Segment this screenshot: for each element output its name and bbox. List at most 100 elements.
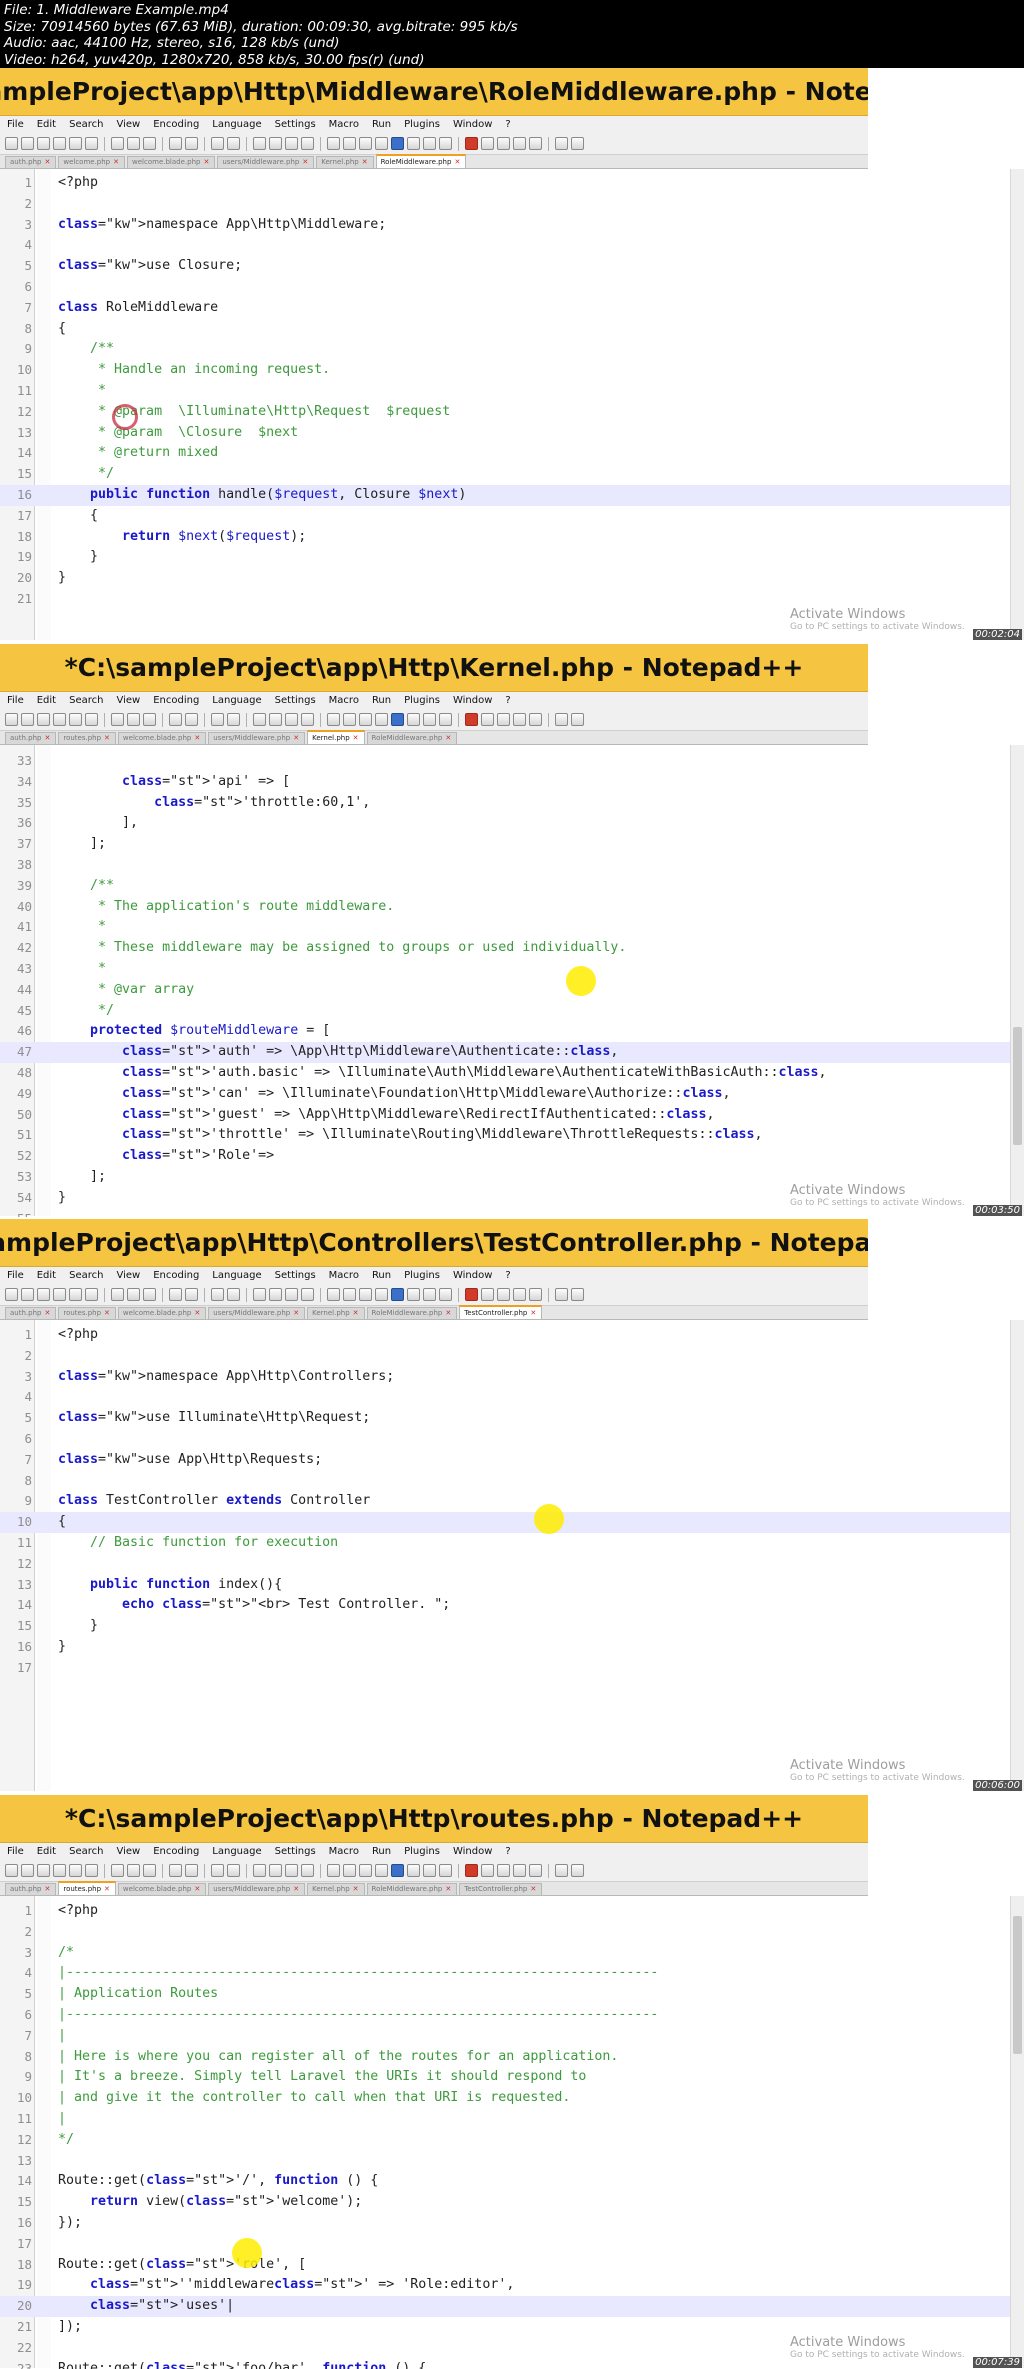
menu-item-language[interactable]: Language bbox=[212, 695, 261, 706]
toolbar-button-icon[interactable] bbox=[253, 137, 266, 150]
file-tab[interactable]: auth.php ✕ bbox=[5, 1883, 57, 1895]
menu-item-encoding[interactable]: Encoding bbox=[153, 1846, 199, 1857]
toolbar-button-icon[interactable] bbox=[111, 137, 124, 150]
close-tab-icon[interactable]: ✕ bbox=[44, 157, 50, 168]
toolbar-button-icon[interactable] bbox=[513, 1864, 526, 1877]
toolbar-button-icon[interactable] bbox=[301, 1864, 314, 1877]
toolbar-button-icon[interactable] bbox=[407, 137, 420, 150]
close-tab-icon[interactable]: ✕ bbox=[293, 733, 299, 744]
toolbar-button-icon[interactable] bbox=[5, 1864, 18, 1877]
toolbar-button-icon[interactable] bbox=[571, 713, 584, 726]
menu-item-window[interactable]: Window bbox=[453, 1846, 492, 1857]
toolbar-button-icon[interactable] bbox=[497, 1864, 510, 1877]
toolbar-button-icon[interactable] bbox=[185, 1288, 198, 1301]
toolbar-button-icon[interactable] bbox=[439, 1288, 452, 1301]
toolbar-button-icon[interactable] bbox=[555, 1288, 568, 1301]
file-tab[interactable]: routes.php ✕ bbox=[58, 732, 116, 744]
close-tab-icon[interactable]: ✕ bbox=[445, 1308, 451, 1319]
toolbar-button-icon[interactable] bbox=[359, 713, 372, 726]
file-tab[interactable]: routes.php ✕ bbox=[58, 1307, 116, 1319]
toolbar-button-icon[interactable] bbox=[327, 1288, 340, 1301]
toolbar-button-icon[interactable] bbox=[375, 713, 388, 726]
file-tab[interactable]: welcome.php ✕ bbox=[58, 156, 126, 168]
toolbar-button-icon[interactable] bbox=[253, 1864, 266, 1877]
close-tab-icon[interactable]: ✕ bbox=[302, 157, 308, 168]
toolbar-button-icon[interactable] bbox=[359, 1864, 372, 1877]
menu-item-plugins[interactable]: Plugins bbox=[404, 695, 440, 706]
menu-item-edit[interactable]: Edit bbox=[37, 119, 56, 130]
menu-item-macro[interactable]: Macro bbox=[329, 1846, 359, 1857]
close-tab-icon[interactable]: ✕ bbox=[194, 1884, 200, 1895]
toolbar-button-icon[interactable] bbox=[143, 1864, 156, 1877]
close-tab-icon[interactable]: ✕ bbox=[104, 733, 110, 744]
toolbar-button-icon[interactable] bbox=[53, 1288, 66, 1301]
vertical-scrollbar[interactable] bbox=[1010, 169, 1024, 640]
toolbar-button-icon[interactable] bbox=[69, 713, 82, 726]
vertical-scrollbar[interactable] bbox=[1010, 1320, 1024, 1791]
toolbar-button-icon[interactable] bbox=[5, 137, 18, 150]
menu-item-plugins[interactable]: Plugins bbox=[404, 1846, 440, 1857]
toolbar-button-icon[interactable] bbox=[285, 1288, 298, 1301]
toolbar-button-icon[interactable] bbox=[127, 1288, 140, 1301]
menu-item-plugins[interactable]: Plugins bbox=[404, 1270, 440, 1281]
close-tab-icon[interactable]: ✕ bbox=[104, 1884, 110, 1895]
file-tab[interactable]: users/Middleware.php ✕ bbox=[217, 156, 315, 168]
toolbar-button-icon[interactable] bbox=[423, 713, 436, 726]
toolbar-button-icon[interactable] bbox=[285, 713, 298, 726]
menu-item-macro[interactable]: Macro bbox=[329, 695, 359, 706]
menu-item-language[interactable]: Language bbox=[212, 1270, 261, 1281]
toolbar-button-icon[interactable] bbox=[513, 713, 526, 726]
menu-item-file[interactable]: File bbox=[7, 1270, 24, 1281]
toolbar-button-icon[interactable] bbox=[37, 137, 50, 150]
toolbar-button-icon[interactable] bbox=[211, 137, 224, 150]
file-tab[interactable]: auth.php ✕ bbox=[5, 1307, 57, 1319]
close-tab-icon[interactable]: ✕ bbox=[353, 733, 359, 744]
menu-item-settings[interactable]: Settings bbox=[275, 1846, 316, 1857]
menu-item-language[interactable]: Language bbox=[212, 119, 261, 130]
scrollbar-thumb[interactable] bbox=[1013, 1027, 1022, 1145]
toolbar-button-icon[interactable] bbox=[21, 137, 34, 150]
toolbar-button-icon[interactable] bbox=[497, 137, 510, 150]
toolbar-button-icon[interactable] bbox=[169, 1288, 182, 1301]
menu-item-plugins[interactable]: Plugins bbox=[404, 119, 440, 130]
toolbar-button-icon[interactable] bbox=[127, 137, 140, 150]
toolbar-button-icon[interactable] bbox=[111, 1864, 124, 1877]
toolbar-button-icon[interactable] bbox=[37, 1864, 50, 1877]
toolbar-button-icon[interactable] bbox=[285, 1864, 298, 1877]
toolbar-button-icon[interactable] bbox=[343, 1864, 356, 1877]
file-tab[interactable]: auth.php ✕ bbox=[5, 156, 57, 168]
file-tab[interactable]: welcome.blade.php ✕ bbox=[127, 156, 216, 168]
toolbar-button-icon[interactable] bbox=[359, 137, 372, 150]
toolbar-button-icon[interactable] bbox=[555, 1864, 568, 1877]
close-tab-icon[interactable]: ✕ bbox=[530, 1308, 536, 1319]
toolbar-button-icon[interactable] bbox=[21, 1288, 34, 1301]
toolbar-button-icon[interactable] bbox=[423, 137, 436, 150]
toolbar-button-icon[interactable] bbox=[269, 1288, 282, 1301]
toolbar-button-icon[interactable] bbox=[111, 1288, 124, 1301]
close-tab-icon[interactable]: ✕ bbox=[293, 1884, 299, 1895]
toolbar-button-icon[interactable] bbox=[211, 1864, 224, 1877]
toolbar-button-icon[interactable] bbox=[53, 1864, 66, 1877]
close-tab-icon[interactable]: ✕ bbox=[353, 1884, 359, 1895]
close-tab-icon[interactable]: ✕ bbox=[44, 733, 50, 744]
toolbar-button-icon[interactable] bbox=[529, 713, 542, 726]
close-tab-icon[interactable]: ✕ bbox=[293, 1308, 299, 1319]
toolbar-button-icon[interactable] bbox=[391, 137, 404, 150]
file-tab[interactable]: Kernel.php ✕ bbox=[307, 1307, 365, 1319]
scrollbar-thumb[interactable] bbox=[1013, 1916, 1022, 2054]
toolbar-button-icon[interactable] bbox=[407, 1864, 420, 1877]
toolbar-button-icon[interactable] bbox=[185, 1864, 198, 1877]
file-tab[interactable]: TestController.php ✕ bbox=[459, 1883, 543, 1895]
menu-item-language[interactable]: Language bbox=[212, 1846, 261, 1857]
toolbar-button-icon[interactable] bbox=[69, 1864, 82, 1877]
toolbar-button-icon[interactable] bbox=[465, 137, 478, 150]
menu-item-window[interactable]: Window bbox=[453, 1270, 492, 1281]
toolbar-button-icon[interactable] bbox=[407, 1288, 420, 1301]
close-tab-icon[interactable]: ✕ bbox=[362, 157, 368, 168]
toolbar-button-icon[interactable] bbox=[269, 713, 282, 726]
toolbar-button-icon[interactable] bbox=[301, 137, 314, 150]
toolbar-button-icon[interactable] bbox=[211, 713, 224, 726]
toolbar-button-icon[interactable] bbox=[571, 137, 584, 150]
toolbar-button-icon[interactable] bbox=[227, 1864, 240, 1877]
menu-item-view[interactable]: View bbox=[116, 1846, 140, 1857]
